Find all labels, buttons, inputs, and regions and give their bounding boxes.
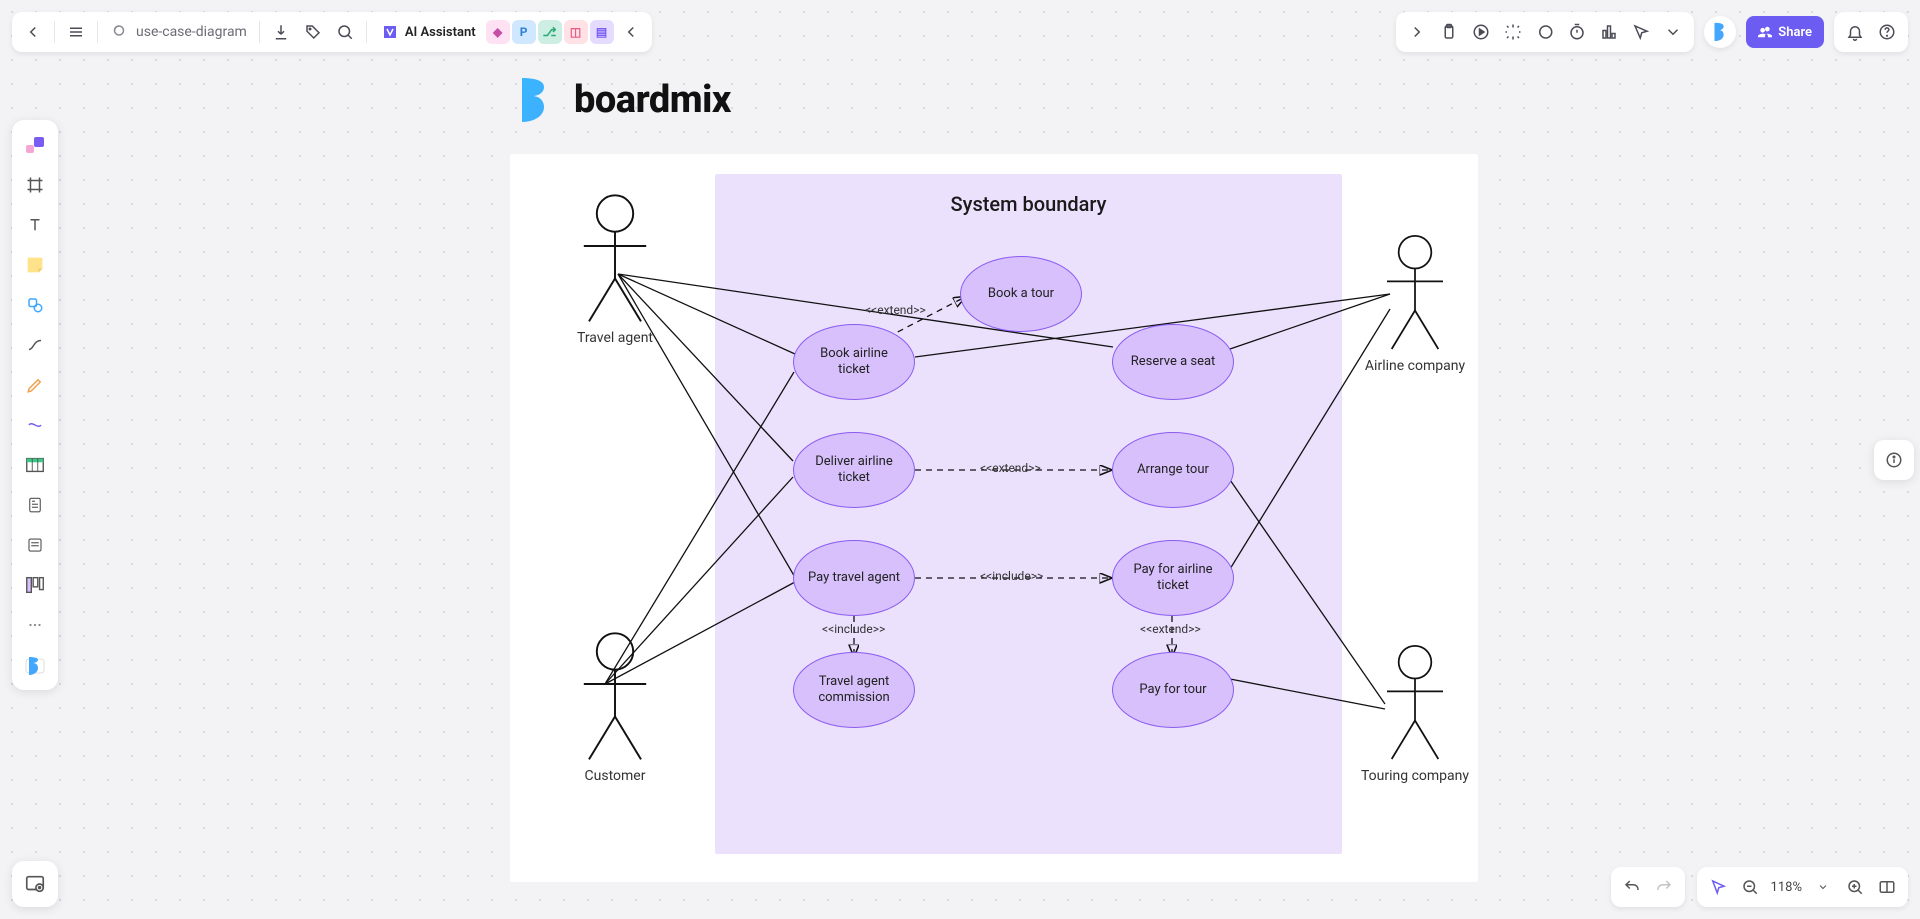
ai-mindmap-chip[interactable]: ⎇ — [538, 20, 562, 44]
label-include-2: <<include>> — [822, 622, 885, 636]
document-name[interactable]: use-case-diagram — [104, 23, 253, 41]
undo-button[interactable] — [1617, 872, 1647, 902]
document-tool[interactable] — [18, 488, 52, 522]
doc-title-text: use-case-diagram — [136, 24, 247, 40]
label-include-1: <<include>> — [980, 569, 1043, 583]
uc-book-tour[interactable]: Book a tour — [960, 256, 1082, 332]
templates-tool[interactable] — [18, 648, 52, 682]
library-button[interactable] — [12, 861, 58, 907]
uc-pay-airline[interactable]: Pay for airline ticket — [1112, 540, 1234, 616]
uc-deliver-airline[interactable]: Deliver airline ticket — [793, 432, 915, 508]
zoom-out-button[interactable] — [1735, 872, 1765, 902]
actor-touring-company[interactable]: Touring company — [1355, 644, 1475, 785]
brand-name: boardmix — [574, 78, 731, 122]
uc-pay-travel-agent[interactable]: Pay travel agent — [793, 540, 915, 616]
redo-button[interactable] — [1649, 872, 1679, 902]
search-button[interactable] — [330, 17, 360, 47]
vote-button[interactable] — [1594, 17, 1624, 47]
boundary-title: System boundary — [715, 192, 1342, 216]
brand-logo: boardmix — [510, 76, 731, 124]
tool-rail — [12, 120, 58, 690]
actor-touring-label: Touring company — [1355, 768, 1475, 785]
info-button[interactable] — [1874, 440, 1914, 480]
zoom-value[interactable]: 118% — [1767, 880, 1806, 895]
more-top-button[interactable] — [1658, 17, 1688, 47]
label-extend-1: <<extend>> — [865, 303, 926, 317]
actor-travel-agent-label: Travel agent — [550, 330, 680, 347]
download-button[interactable] — [266, 17, 296, 47]
tag-button[interactable] — [298, 17, 328, 47]
cursor-mode-button[interactable] — [1703, 872, 1733, 902]
minimap-button[interactable] — [1872, 872, 1902, 902]
clipboard-button[interactable] — [1434, 17, 1464, 47]
actor-airline-label: Airline company — [1355, 358, 1475, 375]
pointer-top-button[interactable] — [1626, 17, 1656, 47]
frame-tool[interactable] — [18, 168, 52, 202]
connector-tool[interactable] — [18, 328, 52, 362]
help-button[interactable] — [1872, 17, 1902, 47]
uc-book-airline[interactable]: Book airline ticket — [793, 324, 915, 400]
collapse-ai-button[interactable] — [616, 17, 646, 47]
ai-assistant-button[interactable]: AI Assistant — [373, 23, 484, 41]
timer-button[interactable] — [1562, 17, 1592, 47]
list-tool[interactable] — [18, 528, 52, 562]
play-button[interactable] — [1466, 17, 1496, 47]
diagram-board[interactable]: System boundary Book a tour — [510, 154, 1478, 882]
table-tool[interactable] — [18, 448, 52, 482]
topbar-right: Share — [1396, 12, 1908, 52]
brand-badge[interactable] — [1704, 16, 1736, 48]
ai-image-chip[interactable]: ◆ — [486, 20, 510, 44]
ai-present-chip[interactable]: P — [512, 20, 536, 44]
actor-customer-label: Customer — [550, 768, 680, 785]
menu-button[interactable] — [61, 17, 91, 47]
share-label: Share — [1778, 25, 1812, 40]
actor-airline-company[interactable]: Airline company — [1355, 234, 1475, 375]
effects-button[interactable] — [1498, 17, 1528, 47]
uc-arrange-tour[interactable]: Arrange tour — [1112, 432, 1234, 508]
ai-diagram-chip[interactable]: ◫ — [564, 20, 588, 44]
back-button[interactable] — [18, 17, 48, 47]
ai-chat-chip[interactable]: ▤ — [590, 20, 614, 44]
label-extend-3: <<extend>> — [1140, 622, 1201, 636]
uc-pay-for-tour[interactable]: Pay for tour — [1112, 652, 1234, 728]
text-tool[interactable] — [18, 208, 52, 242]
zoom-in-button[interactable] — [1840, 872, 1870, 902]
topbar-left: use-case-diagram AI Assistant ◆ P ⎇ ◫ ▤ — [12, 12, 652, 52]
label-extend-2: <<extend>> — [980, 461, 1041, 475]
kanban-tool[interactable] — [18, 568, 52, 602]
uc-travel-agent-commission[interactable]: Travel agent commission — [793, 652, 915, 728]
notifications-button[interactable] — [1840, 17, 1870, 47]
actor-travel-agent[interactable]: Travel agent — [550, 194, 680, 347]
actor-customer[interactable]: Customer — [550, 632, 680, 785]
bottom-right: 118% — [1611, 867, 1908, 907]
uc-reserve-seat[interactable]: Reserve a seat — [1112, 324, 1234, 400]
select-tool[interactable] — [18, 128, 52, 162]
share-button[interactable]: Share — [1746, 16, 1824, 48]
shape-tool[interactable] — [18, 288, 52, 322]
mindmap-tool[interactable] — [18, 408, 52, 442]
ai-assistant-label: AI Assistant — [405, 25, 476, 40]
expand-right-button[interactable] — [1402, 17, 1432, 47]
zoom-dropdown[interactable] — [1808, 872, 1838, 902]
comment-top-button[interactable] — [1530, 17, 1560, 47]
more-tools[interactable] — [18, 608, 52, 642]
pen-tool[interactable] — [18, 368, 52, 402]
sticky-note-tool[interactable] — [18, 248, 52, 282]
